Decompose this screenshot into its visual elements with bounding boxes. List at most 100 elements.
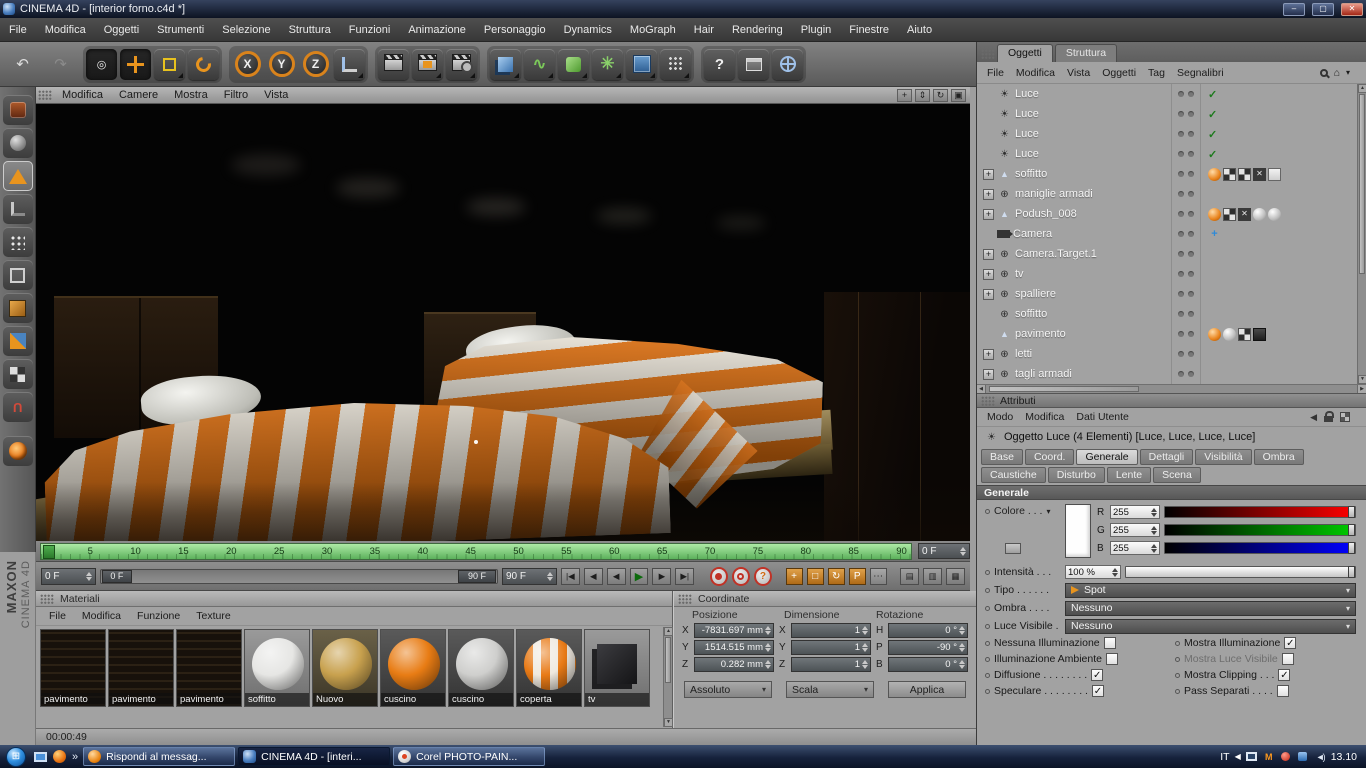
mat-menu-file[interactable]: File — [42, 610, 73, 622]
stepper[interactable] — [1151, 505, 1157, 520]
apply-button[interactable]: Applica — [888, 681, 966, 698]
polygons-mode-button[interactable] — [2, 293, 33, 323]
coordinate-mode-dropdown[interactable]: Assoluto ▾ — [684, 681, 772, 698]
stepper[interactable] — [1151, 541, 1157, 556]
redo-button[interactable]: ↷ — [45, 49, 76, 80]
make-editable-button[interactable] — [2, 95, 33, 125]
scale-tool-button[interactable] — [154, 48, 185, 80]
material-thumbnail[interactable]: pavimento — [40, 629, 106, 707]
object-axis-mode-button[interactable] — [2, 194, 33, 224]
object-tree-hscrollbar[interactable]: ◀ ▶ — [977, 384, 1366, 393]
close-button[interactable]: ✕ — [1341, 2, 1363, 16]
expand-icon[interactable]: + — [983, 248, 994, 260]
object-tree-row[interactable]: + ▲ Podush_008 ✕ — [977, 204, 1366, 224]
menu-funzioni[interactable]: Funzioni — [340, 18, 400, 42]
color-picker-mini-button[interactable] — [1005, 543, 1021, 554]
timeline-panel-button[interactable]: ▤ — [900, 567, 920, 585]
obj-menu-file[interactable]: File — [981, 67, 1010, 79]
visibility-toggles[interactable] — [1171, 324, 1201, 344]
menu-strumenti[interactable]: Strumenti — [148, 18, 213, 42]
expand-icon[interactable]: + — [983, 268, 994, 280]
panel-grip[interactable] — [678, 593, 692, 604]
tab-caustiche[interactable]: Caustiche — [981, 467, 1046, 483]
material-tag-icon[interactable] — [1223, 327, 1236, 341]
stepper[interactable] — [765, 623, 771, 638]
minimize-button[interactable]: – — [1283, 2, 1305, 16]
illuminazione-ambiente-checkbox[interactable] — [1105, 653, 1118, 665]
content-browser-button[interactable] — [738, 48, 769, 80]
expand-icon[interactable]: + — [983, 208, 994, 220]
object-tree-row[interactable]: ☀ Luce ✓ — [977, 144, 1366, 164]
object-tree-row[interactable]: ☀ Luce ✓ — [977, 124, 1366, 144]
visibility-toggles[interactable] — [1171, 264, 1201, 284]
chevron-down-icon[interactable]: ▾ — [1346, 68, 1350, 77]
timeline-range[interactable]: 051015202530354045505560657075808590 — [40, 542, 912, 560]
rotation-b-field[interactable]: 0 ° — [888, 657, 968, 672]
timeline-ruler[interactable]: 051015202530354045505560657075808590 0 F — [36, 541, 970, 562]
taskbar-app-cinema4d[interactable]: CINEMA 4D - [interi... — [238, 747, 391, 766]
keyframe-options-button[interactable]: ? — [753, 566, 772, 586]
animation-mode-button[interactable] — [2, 326, 33, 356]
scrollbar-thumb[interactable] — [989, 386, 1139, 392]
display-tray-icon[interactable] — [1246, 752, 1258, 761]
next-frame-button[interactable]: ▶ — [652, 567, 672, 585]
intensity-field[interactable]: 100 % — [1065, 565, 1121, 579]
visibility-toggles[interactable] — [1171, 144, 1201, 164]
range-slider-left-handle[interactable]: 0 F — [101, 569, 132, 583]
uvw-tag-icon[interactable] — [1238, 167, 1251, 181]
channel-r-field[interactable]: 255 — [1110, 505, 1160, 519]
tab-scena[interactable]: Scena — [1153, 467, 1201, 483]
expand-icon[interactable]: + — [983, 368, 994, 380]
menu-finestre[interactable]: Finestre — [840, 18, 898, 42]
vp-menu-vista[interactable]: Vista — [256, 89, 296, 101]
dimension-z-field[interactable]: 1 — [791, 657, 871, 672]
visibility-toggles[interactable] — [1171, 184, 1201, 204]
tab-struttura[interactable]: Struttura — [1054, 44, 1118, 62]
uvw-tag-icon[interactable] — [1223, 167, 1236, 181]
render-settings-button[interactable] — [446, 48, 477, 80]
tab-lente[interactable]: Lente — [1106, 467, 1152, 483]
fcurve-panel-button[interactable]: ▥ — [923, 567, 943, 585]
menu-mograph[interactable]: MoGraph — [621, 18, 685, 42]
record-scale-toggle[interactable]: □ — [806, 567, 824, 585]
intensity-slider[interactable] — [1125, 566, 1356, 578]
stepper[interactable] — [959, 623, 965, 638]
obj-menu-tag[interactable]: Tag — [1142, 67, 1171, 79]
material-tag-icon[interactable] — [1253, 207, 1266, 221]
keyframe-dot[interactable] — [1175, 688, 1180, 694]
search-icon[interactable] — [1319, 68, 1328, 77]
material-thumbnail[interactable]: cuscino — [448, 629, 514, 707]
stepper[interactable] — [1151, 523, 1157, 538]
slider-handle[interactable] — [1348, 524, 1355, 536]
materials-scrollbar[interactable]: ▲ ▼ — [663, 627, 673, 727]
add-deformer-button[interactable]: ✳ — [592, 48, 623, 80]
object-tree-row[interactable]: + ⊕ Camera.Target.1 — [977, 244, 1366, 264]
material-thumbnail[interactable]: pavimento — [108, 629, 174, 707]
object-tree-row[interactable]: ▲ pavimento — [977, 324, 1366, 344]
dolly-view-icon[interactable]: ⇕ — [915, 88, 930, 102]
tab-oggetti[interactable]: Oggetti — [997, 44, 1053, 62]
tab-disturbo[interactable]: Disturbo — [1047, 467, 1105, 483]
stepper[interactable] — [862, 640, 868, 655]
tray-expand-icon[interactable]: ◀ — [1235, 752, 1241, 761]
object-tree-row[interactable]: + ⊕ tv — [977, 264, 1366, 284]
lock-z-button[interactable]: Z — [300, 49, 331, 80]
quick-launch-overflow[interactable]: » — [70, 751, 80, 763]
history-back-icon[interactable]: ◀ — [1310, 412, 1317, 423]
keyframe-dot[interactable] — [985, 623, 990, 629]
xpresso-tag-icon[interactable]: ✕ — [1238, 207, 1251, 221]
rotation-p-field[interactable]: -90 ° — [888, 640, 968, 655]
keyframe-dot[interactable] — [1175, 656, 1180, 662]
light-type-dropdown[interactable]: Spot ▾ — [1065, 582, 1356, 598]
material-thumbnail[interactable]: tv — [584, 629, 650, 707]
mostra-clipping-checkbox[interactable]: ✓ — [1278, 669, 1291, 681]
object-tree-row[interactable]: + ⊕ letti — [977, 344, 1366, 364]
tray-icon-blue[interactable] — [1298, 752, 1308, 761]
scroll-down-icon[interactable]: ▼ — [664, 718, 673, 727]
scroll-right-icon[interactable]: ▶ — [1357, 385, 1366, 393]
add-environment-button[interactable] — [660, 48, 691, 80]
maximize-button[interactable]: ▢ — [1312, 2, 1334, 16]
timeline-current-frame-marker[interactable] — [43, 544, 55, 559]
record-position-toggle[interactable]: + — [785, 567, 803, 585]
volume-icon[interactable]: ◄) — [1314, 751, 1326, 763]
